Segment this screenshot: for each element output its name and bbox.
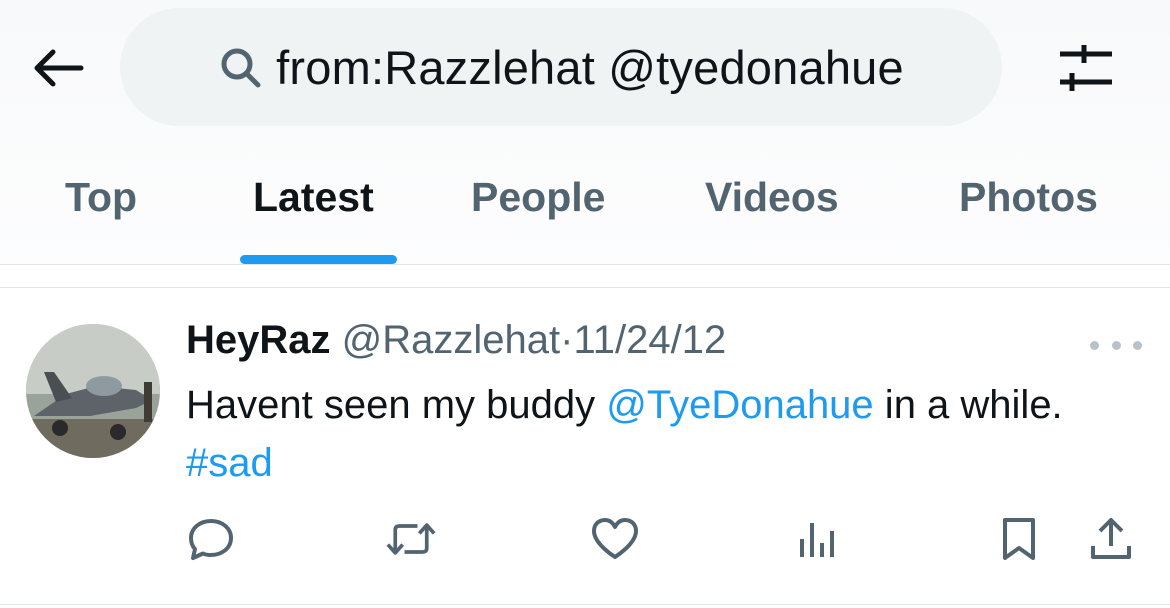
separator-dot: · [560,318,574,362]
tweet-header: HeyRaz @Razzlehat·11/24/12 [186,318,726,363]
retweet-icon [386,523,436,555]
tab-top[interactable]: Top [65,174,137,221]
share-icon [1091,518,1131,559]
filter-sliders-icon [1060,45,1112,91]
views-icon [800,523,834,557]
reply-button[interactable] [186,516,236,562]
tab-people[interactable]: People [471,174,605,221]
more-dots-icon-dot [1133,340,1142,350]
reply-icon [189,519,233,560]
like-button[interactable] [590,516,640,562]
filter-button[interactable] [1050,36,1122,100]
display-name[interactable]: HeyRaz [186,318,331,362]
avatar-image [26,324,160,458]
share-button[interactable] [1086,516,1136,562]
search-tabs: Top Latest People Videos Photos [0,150,1170,264]
tweet[interactable]: HeyRaz @Razzlehat·11/24/12 Havent seen m… [0,288,1170,604]
retweet-button[interactable] [386,516,436,562]
views-button[interactable] [792,516,842,562]
tweet-text: Havent seen my buddy @TyeDonahue in a wh… [186,376,1086,492]
search-query-text: from:Razzlehat @tyedonahue [276,40,904,94]
mention-link[interactable]: @TyeDonahue [606,383,873,427]
hashtag-link[interactable]: #sad [186,441,273,485]
more-options-button[interactable] [1090,330,1142,360]
tweet-text-part: Havent seen my buddy [186,383,607,427]
more-dots-icon-dot [1090,340,1099,350]
like-icon [592,518,638,559]
bookmark-button[interactable] [994,516,1044,562]
tweet-actions [0,508,1170,568]
search-icon [221,48,261,88]
tweet-divider [0,604,1170,605]
more-dots-icon-dot [1111,340,1121,350]
active-tab-indicator [240,255,397,264]
back-button[interactable] [26,38,90,98]
avatar[interactable] [26,324,160,458]
search-input[interactable]: from:Razzlehat @tyedonahue [120,8,1002,126]
tweet-date[interactable]: 11/24/12 [573,318,726,362]
search-header: from:Razzlehat @tyedonahue Top Latest Pe… [0,0,1170,264]
tab-videos[interactable]: Videos [705,174,839,221]
tabs-divider [0,264,1170,265]
tab-latest[interactable]: Latest [253,174,374,221]
tab-photos[interactable]: Photos [959,174,1098,221]
bookmark-icon [1003,518,1035,560]
back-arrow-icon [34,49,84,87]
user-handle[interactable]: @Razzlehat [342,318,560,362]
tweet-text-part: in a while. [873,383,1063,427]
